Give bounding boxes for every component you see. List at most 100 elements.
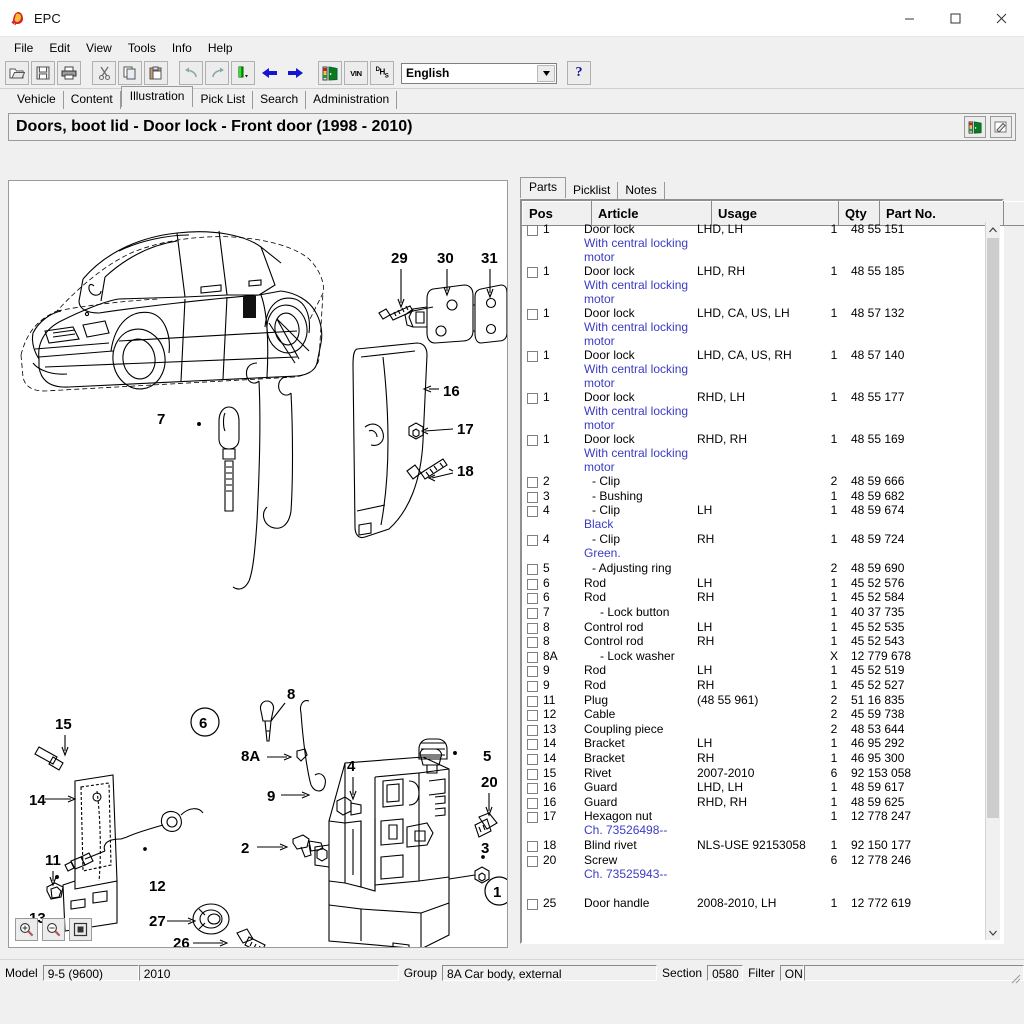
dhs-icon[interactable]: DHS (370, 61, 394, 85)
row-checkbox[interactable] (527, 535, 538, 546)
illustration-pane[interactable]: 293031 (8, 180, 508, 948)
edit-note-icon[interactable] (990, 116, 1012, 138)
table-row[interactable]: 8A- Lock washerX12 779 678 (522, 649, 988, 664)
table-row[interactable]: 16GuardLHD, LH148 59 617 (522, 780, 988, 795)
resize-grip-icon[interactable] (1009, 972, 1021, 984)
row-checkbox[interactable] (527, 351, 538, 362)
table-row[interactable]: 1Door lockWith central locking motorLHD,… (522, 348, 988, 390)
tab-vehicle[interactable]: Vehicle (10, 91, 64, 109)
exit-door-icon[interactable] (318, 61, 342, 85)
menu-item-info[interactable]: Info (164, 39, 200, 57)
table-row[interactable]: 9RodRH145 52 527 (522, 678, 988, 693)
table-row[interactable]: 8Control rodLH145 52 535 (522, 620, 988, 635)
tab-parts[interactable]: Parts (520, 177, 566, 198)
row-checkbox[interactable] (527, 769, 538, 780)
table-row[interactable]: 4- ClipGreen.RH148 59 724 (522, 532, 988, 561)
table-row[interactable]: 18Blind rivetNLS-USE 92153058192 150 177 (522, 838, 988, 853)
table-row[interactable]: 9RodLH145 52 519 (522, 663, 988, 678)
row-checkbox[interactable] (527, 754, 538, 765)
table-row[interactable]: 5- Adjusting ring248 59 690 (522, 561, 988, 576)
tab-content[interactable]: Content (64, 91, 121, 109)
table-row[interactable]: 8Control rodRH145 52 543 (522, 634, 988, 649)
row-checkbox[interactable] (527, 435, 538, 446)
table-row[interactable]: 1Door lockWith central locking motorRHD,… (522, 390, 988, 432)
table-row[interactable]: 14BracketLH146 95 292 (522, 736, 988, 751)
row-checkbox[interactable] (527, 652, 538, 663)
row-checkbox[interactable] (527, 798, 538, 809)
row-checkbox[interactable] (527, 696, 538, 707)
row-checkbox[interactable] (527, 856, 538, 867)
scroll-up-arrow[interactable] (986, 222, 1000, 237)
row-checkbox[interactable] (527, 623, 538, 634)
table-row[interactable]: 16GuardRHD, RH148 59 625 (522, 795, 988, 810)
menu-item-view[interactable]: View (78, 39, 120, 57)
language-select[interactable]: English (401, 63, 557, 84)
row-checkbox[interactable] (527, 393, 538, 404)
filter-icon[interactable] (231, 61, 255, 85)
tab-search[interactable]: Search (253, 91, 306, 109)
help-icon[interactable]: ? (567, 61, 591, 85)
vin-icon[interactable]: VIN (344, 61, 368, 85)
open-icon[interactable] (5, 61, 29, 85)
exit-door-icon[interactable] (964, 116, 986, 138)
row-checkbox[interactable] (527, 666, 538, 677)
table-row[interactable]: 2- Clip248 59 666 (522, 474, 988, 489)
maximize-button[interactable] (932, 0, 978, 36)
table-row[interactable]: 13Coupling piece248 53 644 (522, 722, 988, 737)
menu-item-tools[interactable]: Tools (120, 39, 164, 57)
table-row[interactable]: 25Door handle2008-2010, LH112 772 619 (522, 896, 988, 911)
save-icon[interactable] (31, 61, 55, 85)
menu-item-edit[interactable]: Edit (41, 39, 78, 57)
row-checkbox[interactable] (527, 812, 538, 823)
table-row[interactable] (522, 882, 988, 897)
row-checkbox[interactable] (527, 579, 538, 590)
table-row[interactable]: 7- Lock button140 37 735 (522, 605, 988, 620)
forward-arrow-icon[interactable] (283, 61, 307, 85)
close-button[interactable] (978, 0, 1024, 36)
minimize-button[interactable] (886, 0, 932, 36)
table-row[interactable]: 4- ClipBlackLH148 59 674 (522, 503, 988, 532)
row-checkbox[interactable] (527, 477, 538, 488)
row-checkbox[interactable] (527, 681, 538, 692)
row-checkbox[interactable] (527, 899, 538, 910)
row-checkbox[interactable] (527, 783, 538, 794)
row-checkbox[interactable] (527, 267, 538, 278)
table-row[interactable]: 1Door lockWith central locking motorLHD,… (522, 222, 988, 264)
row-checkbox[interactable] (527, 506, 538, 517)
parts-scrollbar[interactable] (985, 222, 1000, 940)
scrollbar-thumb[interactable] (987, 238, 999, 818)
tab-picklist[interactable]: Picklist (566, 182, 618, 199)
menu-item-file[interactable]: File (6, 39, 41, 57)
row-checkbox[interactable] (527, 725, 538, 736)
redo-icon[interactable] (205, 61, 229, 85)
tab-administration[interactable]: Administration (306, 91, 397, 109)
table-row[interactable]: 12Cable245 59 738 (522, 707, 988, 722)
tab-illustration[interactable]: Illustration (121, 86, 194, 107)
table-row[interactable]: 1Door lockWith central locking motorLHD,… (522, 264, 988, 306)
menu-item-help[interactable]: Help (200, 39, 241, 57)
back-arrow-icon[interactable] (257, 61, 281, 85)
table-row[interactable]: 1Door lockWith central locking motorRHD,… (522, 432, 988, 474)
row-checkbox[interactable] (527, 492, 538, 503)
table-row[interactable]: 3- Bushing148 59 682 (522, 489, 988, 504)
parts-table-rows[interactable]: 1Door lockWith central locking motorLHD,… (522, 222, 988, 940)
paste-icon[interactable] (144, 61, 168, 85)
illustration-canvas[interactable]: 293031 (9, 181, 507, 947)
row-checkbox[interactable] (527, 739, 538, 750)
table-row[interactable]: 15Rivet2007-2010692 153 058 (522, 766, 988, 781)
table-row[interactable]: 1Door lockWith central locking motorLHD,… (522, 306, 988, 348)
row-checkbox[interactable] (527, 710, 538, 721)
row-checkbox[interactable] (527, 564, 538, 575)
scroll-down-arrow[interactable] (986, 925, 1000, 940)
tab-pick-list[interactable]: Pick List (193, 91, 253, 109)
copy-icon[interactable] (118, 61, 142, 85)
zoom-out-icon[interactable] (42, 918, 65, 941)
undo-icon[interactable] (179, 61, 203, 85)
tab-notes[interactable]: Notes (618, 182, 664, 199)
chevron-down-icon[interactable] (537, 65, 555, 82)
row-checkbox[interactable] (527, 841, 538, 852)
table-row[interactable]: 17Hexagon nutCh. 73526498--112 778 247 (522, 809, 988, 838)
table-row[interactable]: 6RodRH145 52 584 (522, 590, 988, 605)
row-checkbox[interactable] (527, 225, 538, 236)
cut-icon[interactable] (92, 61, 116, 85)
